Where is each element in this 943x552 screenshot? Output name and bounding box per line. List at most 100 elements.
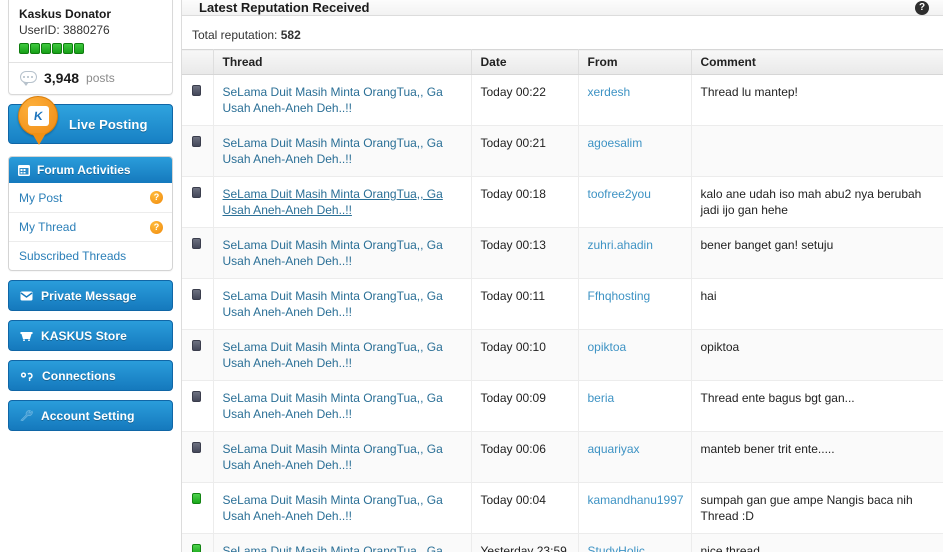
sidebar-nav-button[interactable]: KASKUS Store [8,320,173,351]
thread-link[interactable]: SeLama Duit Masih Minta OrangTua,, Ga Us… [223,136,443,166]
date-cell: Today 00:13 [471,227,579,279]
column-header-comment[interactable]: Comment [691,49,943,75]
reputation-indicator-cell [182,482,214,534]
sidebar-nav-button[interactable]: Account Setting [8,400,173,431]
table-row: SeLama Duit Masih Minta OrangTua,, Ga Us… [182,380,943,432]
thread-cell: SeLama Duit Masih Minta OrangTua,, Ga Us… [213,482,472,534]
date-cell: Today 00:18 [471,176,579,228]
date-cell: Today 00:04 [471,482,579,534]
comment-cell: opiktoa [691,329,943,381]
live-posting-button[interactable]: K Live Posting [8,96,173,145]
main-header: Latest Reputation Received ? [182,0,943,16]
reputation-indicator-cell [182,329,214,381]
reputation-indicator-cell [182,380,214,432]
table-row: SeLama Duit Masih Minta OrangTua,, Ga Us… [182,533,943,552]
sidebar-nav-label: Private Message [41,288,137,303]
sidebar-nav-label: Connections [42,368,116,383]
comment-cell: kalo ane udah iso mah abu2 nya berubah j… [691,176,943,228]
from-cell: opiktoa [578,329,692,381]
thread-cell: SeLama Duit Masih Minta OrangTua,, Ga Us… [213,431,472,483]
table-row: SeLama Duit Masih Minta OrangTua,, Ga Us… [182,278,943,330]
sidebar-nav-label: Account Setting [41,408,135,423]
column-header-icon [182,49,214,75]
connections-icon [20,370,34,381]
comment-cell: Thread ente bagus bgt gan... [691,380,943,432]
column-header-date[interactable]: Date [471,49,579,75]
shopping-cart-icon [20,330,33,341]
page-title: Latest Reputation Received [199,0,370,15]
user-profile-link[interactable]: StudyHolic [588,544,645,552]
user-profile-link[interactable]: toofree2you [588,187,651,201]
thread-link[interactable]: SeLama Duit Masih Minta OrangTua,, Ga Us… [223,289,443,319]
reputation-block [30,43,40,54]
forum-activities-header[interactable]: Forum Activities [9,157,172,183]
table-row: SeLama Duit Masih Minta OrangTua,, Ga Us… [182,482,943,534]
comment-cell: nice thread [691,533,943,552]
date-cell: Today 00:21 [471,125,579,177]
help-badge-icon[interactable]: ? [150,220,163,234]
profile-posts-row[interactable]: 3,948 posts [9,63,172,94]
date-cell: Today 00:06 [471,431,579,483]
question-mark-icon[interactable]: ? [915,0,929,15]
from-cell: xerdesh [578,74,692,126]
thread-link[interactable]: SeLama Duit Masih Minta OrangTua,, Ga Us… [223,187,443,217]
help-badge-icon[interactable]: ? [150,191,163,204]
thread-link[interactable]: SeLama Duit Masih Minta OrangTua,, Ga Us… [223,340,443,370]
comment-cell: bener banget gan! setuju [691,227,943,279]
user-profile-link[interactable]: aquariyax [588,442,640,456]
wrench-icon [20,410,33,421]
speech-bubble-icon [20,71,37,86]
thread-link[interactable]: SeLama Duit Masih Minta OrangTua,, Ga Us… [223,544,443,552]
user-profile-link[interactable]: opiktoa [588,340,627,354]
table-header-row: Thread Date From Comment [182,49,943,75]
reputation-indicator-cell [182,533,214,552]
column-header-thread[interactable]: Thread [213,49,472,75]
thread-link[interactable]: SeLama Duit Masih Minta OrangTua,, Ga Us… [223,493,443,523]
reputation-indicator-cell [182,431,214,483]
profile-summary: Kaskus Donator UserID: 3880276 [9,0,172,62]
user-profile-link[interactable]: kamandhanu1997 [588,493,684,507]
thread-link[interactable]: SeLama Duit Masih Minta OrangTua,, Ga Us… [223,391,443,421]
thread-cell: SeLama Duit Masih Minta OrangTua,, Ga Us… [213,125,472,177]
from-cell: Ffhqhosting [578,278,692,330]
main-content: Latest Reputation Received ? Total reput… [181,0,943,552]
thread-link[interactable]: SeLama Duit Masih Minta OrangTua,, Ga Us… [223,238,443,268]
table-row: SeLama Duit Masih Minta OrangTua,, Ga Us… [182,431,943,483]
table-row: SeLama Duit Masih Minta OrangTua,, Ga Us… [182,227,943,279]
table-row: SeLama Duit Masih Minta OrangTua,, Ga Us… [182,74,943,126]
sidebar-nav-button[interactable]: Private Message [8,280,173,311]
reputation-block [52,43,62,54]
reputation-chip-icon [192,85,201,96]
user-profile-link[interactable]: beria [588,391,615,405]
live-posting-label: Live Posting [69,116,148,132]
reputation-block [74,43,84,54]
reputation-indicator-cell [182,74,214,126]
reputation-chip-icon [192,493,201,504]
reputation-indicator-cell [182,176,214,228]
forum-activity-label: My Thread [19,220,77,234]
user-profile-link[interactable]: zuhri.ahadin [588,238,653,252]
profile-card: Kaskus Donator UserID: 3880276 3,948 pos… [8,0,173,95]
reputation-indicator-cell [182,227,214,279]
forum-activity-item[interactable]: My Post? [9,183,172,212]
user-profile-link[interactable]: Ffhqhosting [588,289,651,303]
user-profile-link[interactable]: xerdesh [588,85,631,99]
reputation-chip-icon [192,544,201,552]
date-cell: Today 00:22 [471,74,579,126]
total-reputation: Total reputation: 582 [182,16,943,49]
column-header-from[interactable]: From [578,49,692,75]
date-cell: Today 00:09 [471,380,579,432]
forum-activity-label: My Post [19,190,63,205]
posts-label: posts [86,71,115,85]
reputation-indicator-cell [182,125,214,177]
total-reputation-value: 582 [280,28,301,42]
date-cell: Yesterday 23:59 [471,533,579,552]
date-cell: Today 00:10 [471,329,579,381]
thread-link[interactable]: SeLama Duit Masih Minta OrangTua,, Ga Us… [223,442,443,472]
reputation-bar [19,43,162,54]
user-profile-link[interactable]: agoesalim [588,136,643,150]
forum-activity-item[interactable]: My Thread? [9,212,172,241]
forum-activity-item[interactable]: Subscribed Threads [9,241,172,270]
thread-link[interactable]: SeLama Duit Masih Minta OrangTua,, Ga Us… [223,85,443,115]
sidebar-nav-button[interactable]: Connections [8,360,173,391]
